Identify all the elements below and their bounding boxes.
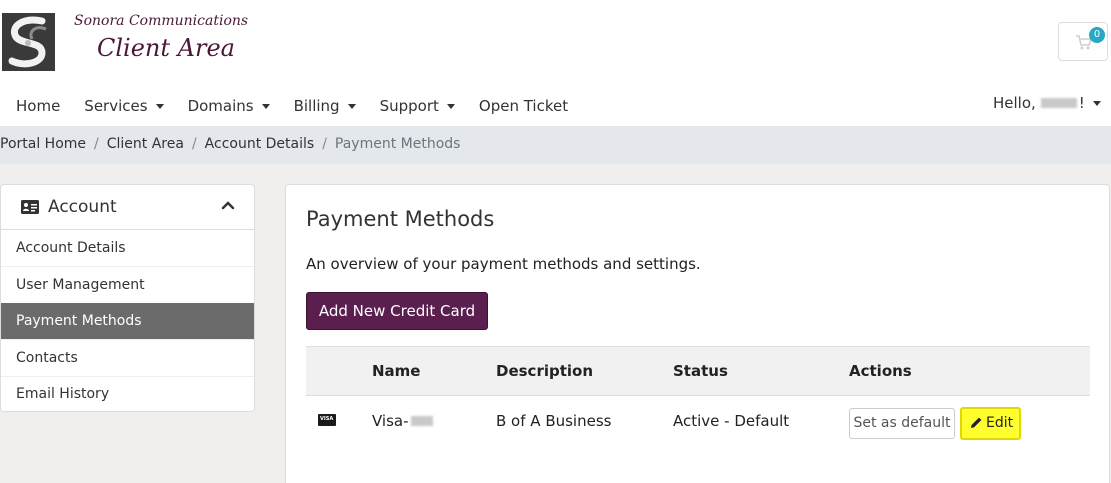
nav-domains-label: Domains	[187, 97, 254, 115]
breadcrumb-separator: /	[94, 136, 99, 152]
sidebar-title: Account	[48, 197, 117, 217]
column-header-description: Description	[496, 362, 594, 380]
sidebar-item-email-history[interactable]: Email History	[1, 376, 254, 411]
sidebar-item-account-details[interactable]: Account Details	[1, 230, 254, 267]
caret-down-icon	[261, 103, 270, 109]
nav-services[interactable]: Services	[84, 97, 164, 115]
nav-domains[interactable]: Domains	[188, 97, 270, 115]
set-as-default-button[interactable]: Set as default	[849, 408, 955, 439]
table-cell-name: Visa-	[372, 412, 433, 430]
table-cell-description: B of A Business	[496, 412, 612, 430]
table-cell-status: Active - Default	[673, 412, 790, 430]
edit-label: Edit	[986, 415, 1014, 431]
breadcrumb-bar: Portal Home / Client Area / Account Deta…	[0, 126, 1111, 164]
nav-home[interactable]: Home	[16, 97, 60, 115]
breadcrumb-current: Payment Methods	[334, 136, 461, 152]
site-header: Sonora Communications Client Area 0 Home…	[0, 0, 1111, 126]
brand-subtitle: Sonora Communications	[74, 13, 249, 29]
brand-title: Client Area	[97, 34, 235, 62]
page-description: An overview of your payment methods and …	[306, 255, 701, 273]
sidebar-item-contacts[interactable]: Contacts	[1, 340, 254, 377]
column-header-name: Name	[372, 362, 421, 380]
card-name: Visa-	[372, 412, 409, 430]
column-header-actions: Actions	[849, 362, 912, 380]
breadcrumb-portal-home[interactable]: Portal Home	[0, 136, 86, 152]
sidebar-header[interactable]: Account	[1, 185, 254, 230]
pencil-icon	[971, 417, 982, 428]
page-title: Payment Methods	[306, 207, 495, 231]
breadcrumb-account-details[interactable]: Account Details	[205, 136, 315, 152]
sidebar-item-user-management[interactable]: User Management	[1, 267, 254, 304]
nav-billing[interactable]: Billing	[294, 97, 356, 115]
id-card-icon	[21, 200, 39, 214]
table-header: Name Description Status Actions	[306, 346, 1090, 396]
column-header-status: Status	[673, 362, 728, 380]
caret-down-icon	[347, 103, 356, 109]
add-credit-card-button[interactable]: Add New Credit Card	[306, 292, 488, 330]
company-logo[interactable]	[2, 13, 55, 71]
visa-card-icon: VISA	[318, 414, 336, 426]
caret-down-icon	[155, 103, 164, 109]
breadcrumb: Portal Home / Client Area / Account Deta…	[0, 136, 460, 152]
hello-suffix: !	[1078, 94, 1085, 112]
nav-billing-label: Billing	[293, 97, 340, 115]
chevron-up-icon[interactable]	[221, 200, 235, 210]
cart-count-badge: 0	[1089, 27, 1105, 43]
account-sidebar: Account Account Details User Management …	[0, 184, 255, 412]
hello-prefix: Hello,	[993, 94, 1036, 112]
nav-services-label: Services	[84, 97, 148, 115]
nav-support-label: Support	[379, 97, 439, 115]
edit-button[interactable]: Edit	[960, 407, 1021, 440]
nav-open-ticket[interactable]: Open Ticket	[479, 97, 568, 115]
redacted-username	[1040, 98, 1077, 108]
breadcrumb-separator: /	[322, 136, 327, 152]
cart-button[interactable]: 0	[1058, 22, 1108, 61]
payment-methods-card: Payment Methods An overview of your paym…	[285, 184, 1110, 483]
redacted-card-digits	[410, 416, 433, 426]
user-menu[interactable]: Hello, !	[993, 94, 1101, 112]
breadcrumb-separator: /	[191, 136, 197, 152]
nav-support[interactable]: Support	[380, 97, 455, 115]
nav-open-ticket-label: Open Ticket	[478, 97, 569, 115]
sidebar-item-payment-methods[interactable]: Payment Methods	[1, 303, 254, 340]
breadcrumb-client-area[interactable]: Client Area	[107, 136, 184, 152]
caret-down-icon	[1092, 100, 1101, 106]
main-nav: Home Services Domains Billing Support Op…	[16, 94, 592, 118]
caret-down-icon	[446, 103, 455, 109]
nav-home-label: Home	[16, 97, 61, 115]
card-brand-label: VISA	[320, 416, 334, 422]
